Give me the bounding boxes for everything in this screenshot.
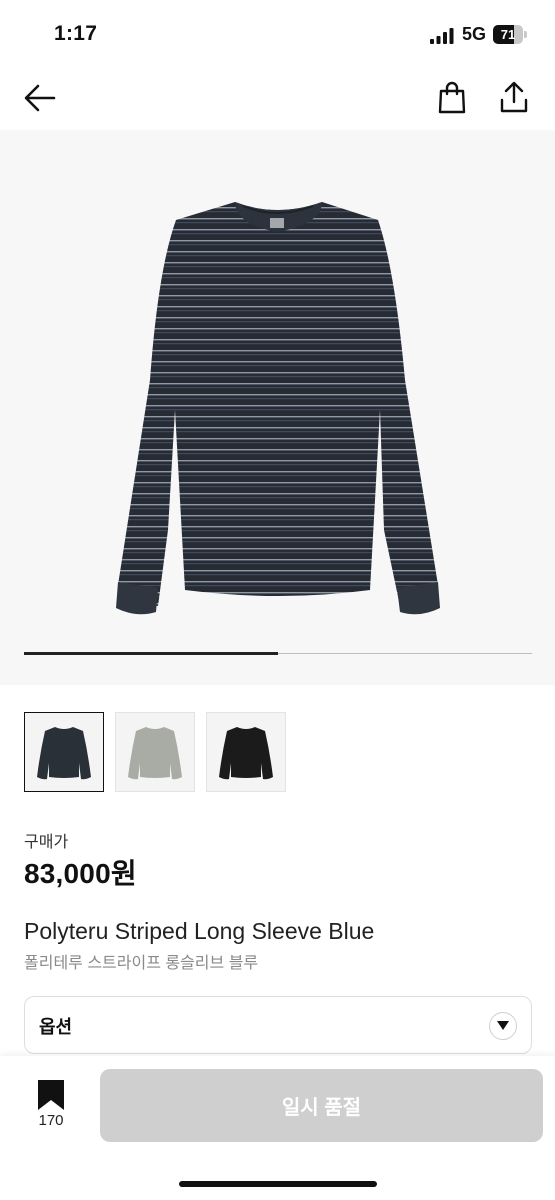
- battery-level: 71: [500, 27, 516, 42]
- product-name-ko: 폴리테루 스트라이프 롱슬리브 블루: [24, 955, 259, 972]
- share-icon: [500, 81, 528, 113]
- thumbnail-grey[interactable]: [115, 712, 195, 792]
- striped-longsleeve-image: [116, 202, 440, 615]
- signal-icon: [430, 28, 454, 44]
- product-name-en: Polyteru Striped Long Sleeve Blue: [24, 918, 375, 944]
- price-label: 구매가: [24, 834, 69, 851]
- cart-button[interactable]: [432, 78, 472, 118]
- bookmark-count: 170: [38, 1112, 64, 1129]
- product-image[interactable]: [0, 130, 555, 685]
- option-select[interactable]: 옵션: [24, 996, 532, 1054]
- caret-down-icon: [497, 1021, 509, 1030]
- thumbnail-black[interactable]: [206, 712, 286, 792]
- shopping-bag-icon: [438, 81, 466, 114]
- battery-icon: 71: [493, 25, 527, 44]
- option-label: 옵션: [39, 1017, 73, 1037]
- sold-out-button[interactable]: 일시 품절: [100, 1069, 543, 1142]
- gallery-progress: [24, 652, 532, 655]
- dropdown-button[interactable]: [489, 1012, 517, 1040]
- status-bar: 1:17 5G 71: [0, 0, 555, 70]
- status-time: 1:17: [54, 22, 98, 45]
- arrow-left-icon: [24, 84, 56, 112]
- back-button[interactable]: [20, 78, 60, 118]
- thumbnail-navy[interactable]: [24, 712, 104, 792]
- home-indicator: [179, 1181, 377, 1187]
- network-type: 5G: [462, 24, 487, 44]
- bookmark-icon[interactable]: [38, 1080, 64, 1110]
- share-button[interactable]: [494, 78, 534, 118]
- price-value: 83,000원: [24, 858, 137, 889]
